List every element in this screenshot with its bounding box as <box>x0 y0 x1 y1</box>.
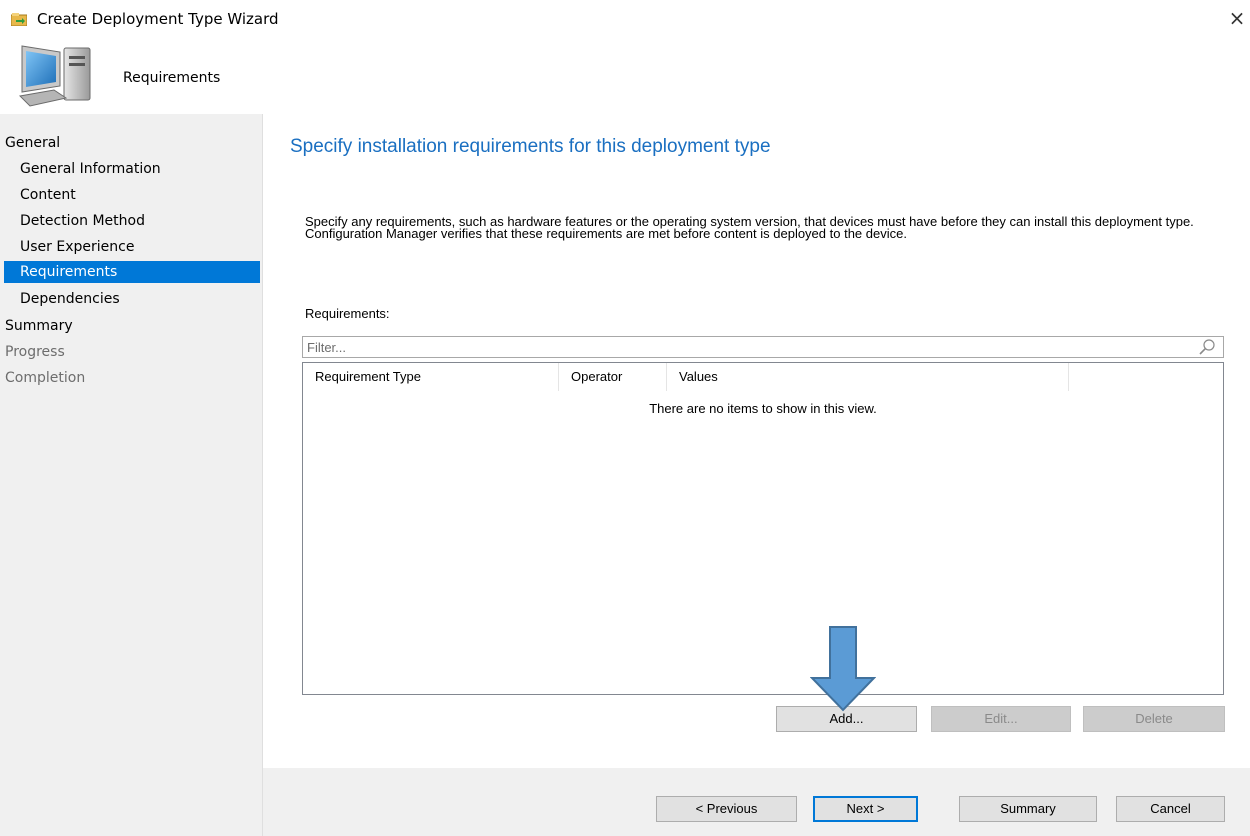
nav-item-summary[interactable]: Summary <box>5 315 73 337</box>
down-arrow-annotation <box>810 626 876 712</box>
nav-item-content[interactable]: Content <box>20 184 76 206</box>
nav-item-completion: Completion <box>5 370 86 386</box>
window-title: Create Deployment Type Wizard <box>37 10 279 28</box>
wizard-navigation: General General Information Content Dete… <box>0 114 263 836</box>
wizard-app-icon <box>11 13 27 26</box>
nav-item-dependencies[interactable]: Dependencies <box>20 288 120 310</box>
empty-list-message: There are no items to show in this view. <box>649 401 877 416</box>
nav-item-progress: Progress <box>5 344 65 360</box>
summary-button[interactable]: Summary <box>959 796 1097 822</box>
nav-item-requirements[interactable]: Requirements <box>4 261 260 283</box>
title-bar: Create Deployment Type Wizard × <box>0 0 1250 36</box>
filter-input[interactable] <box>307 338 1187 356</box>
search-icon[interactable] <box>1198 338 1216 356</box>
nav-item-detection-method[interactable]: Detection Method <box>20 210 145 232</box>
delete-button[interactable]: Delete <box>1083 706 1225 732</box>
close-icon[interactable]: × <box>1224 4 1250 32</box>
wizard-footer: < Previous Next > Summary Cancel <box>263 768 1250 836</box>
column-header-requirement-type[interactable]: Requirement Type <box>303 363 559 391</box>
wizard-content: Specify installation requirements for th… <box>263 114 1250 768</box>
column-header-values[interactable]: Values <box>667 363 1069 391</box>
page-title: Specify installation requirements for th… <box>290 136 771 157</box>
requirements-label: Requirements: <box>305 306 390 321</box>
requirements-list[interactable]: Requirement Type Operator Values There a… <box>302 362 1224 695</box>
cancel-button[interactable]: Cancel <box>1116 796 1225 822</box>
nav-item-general[interactable]: General <box>5 132 60 154</box>
filter-box <box>302 336 1224 358</box>
edit-button[interactable]: Edit... <box>931 706 1071 732</box>
nav-item-user-experience[interactable]: User Experience <box>20 236 134 258</box>
previous-button[interactable]: < Previous <box>656 796 797 822</box>
wizard-header: Requirements <box>0 36 1250 112</box>
computer-icon <box>18 45 91 107</box>
nav-item-general-information[interactable]: General Information <box>20 158 161 180</box>
column-header-operator[interactable]: Operator <box>559 363 667 391</box>
header-page-title: Requirements <box>123 70 221 86</box>
next-button[interactable]: Next > <box>813 796 918 822</box>
page-description: Specify any requirements, such as hardwa… <box>305 214 1194 241</box>
